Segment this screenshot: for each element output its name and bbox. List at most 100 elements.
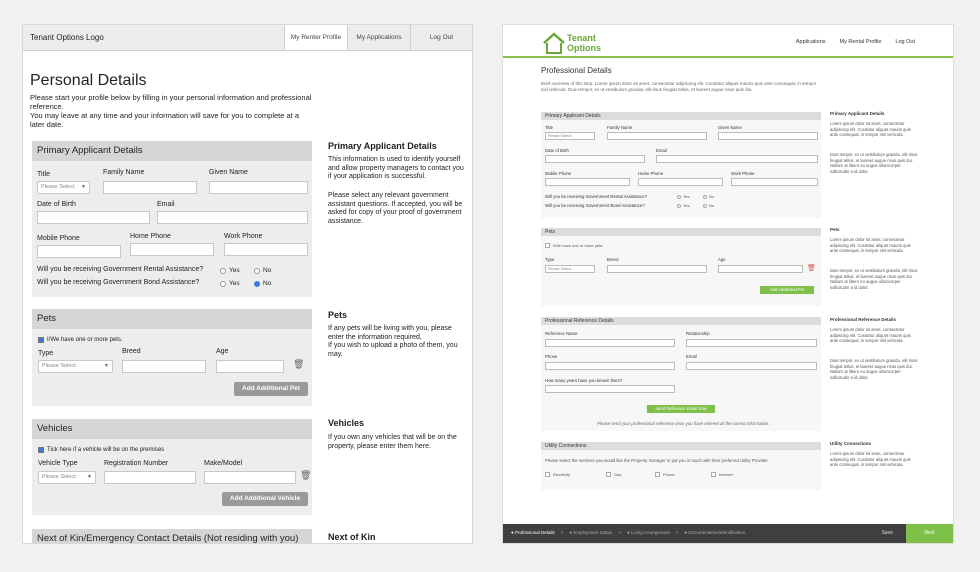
family-name-input[interactable] <box>607 132 707 140</box>
title-select[interactable]: Please Select <box>545 132 595 140</box>
family-name-label: Family Name <box>103 169 145 176</box>
home-phone-input[interactable] <box>638 178 723 186</box>
title-label: Title <box>37 171 50 178</box>
chevron-down-icon: ▼ <box>87 474 92 480</box>
age-input[interactable] <box>718 265 803 273</box>
internet-checkbox[interactable]: Internet <box>711 472 733 477</box>
work-phone-label: Work Phone <box>731 171 755 176</box>
vehicle-checkbox[interactable]: Tick here if a vehicle will be on the pr… <box>38 447 164 453</box>
help-primary-heading: Primary Applicant Details <box>830 111 885 116</box>
step-separator: > <box>560 530 564 535</box>
bond-no-radio[interactable]: No <box>254 280 271 287</box>
breed-label: Breed <box>607 257 619 262</box>
years-known-input[interactable] <box>545 385 675 393</box>
gas-checkbox[interactable]: Gas <box>606 472 621 477</box>
top-nav: Applications My Rental Profile Log Out <box>796 39 915 45</box>
save-button[interactable]: Save <box>882 530 893 536</box>
mobile-input[interactable] <box>37 245 121 258</box>
pet-type-label: Type <box>38 350 54 357</box>
relationship-label: Relationship <box>686 331 710 336</box>
mobile-input[interactable] <box>545 178 630 186</box>
home-phone-input[interactable] <box>130 243 214 256</box>
house-logo-icon: Tenant Options <box>543 32 601 54</box>
electricity-checkbox[interactable]: Electricity <box>545 472 570 477</box>
nav-my-renter-profile[interactable]: My Renter Profile <box>284 25 347 50</box>
bond-yes-radio[interactable]: Yes <box>677 203 690 208</box>
relationship-input[interactable] <box>686 339 817 347</box>
vehicle-type-label: Vehicle Type <box>38 460 78 467</box>
rental-yes-radio[interactable]: Yes <box>677 194 690 199</box>
trash-icon[interactable]: 🗑 <box>293 359 304 369</box>
pets-checkbox[interactable]: I/We have one or more pets. <box>545 243 603 248</box>
add-pet-button[interactable]: Add Additional Pet <box>234 382 308 396</box>
breed-input[interactable] <box>122 360 206 373</box>
pets-checkbox[interactable]: I/We have one or more pets. <box>38 337 123 343</box>
section-heading: Primary Applicant Details <box>32 141 312 161</box>
email-input[interactable] <box>656 155 818 163</box>
nav-my-rental-profile[interactable]: My Rental Profile <box>840 39 882 45</box>
pet-type-select[interactable]: Please Select ▼ <box>38 360 113 373</box>
step-documentation[interactable]: ● Documentation/Identification <box>684 530 745 535</box>
dob-input[interactable] <box>37 211 150 224</box>
aside-vehicles-heading: Vehicles <box>328 418 365 428</box>
help-prof-text-2: Duis tempor, ex ut vestibulum gravida, e… <box>830 358 918 380</box>
given-name-input[interactable] <box>209 181 308 194</box>
dob-input[interactable] <box>545 155 645 163</box>
phone-checkbox[interactable]: Phone <box>655 472 675 477</box>
nav-applications[interactable]: Applications <box>796 39 826 45</box>
step-living-arrangement[interactable]: ● Living Arrangement <box>627 530 670 535</box>
add-pet-button[interactable]: Add Additional Pet <box>760 286 814 294</box>
work-phone-label: Work Phone <box>224 233 263 240</box>
professional-reference-section: Professional Reference Details Reference… <box>541 317 821 431</box>
age-input[interactable] <box>216 360 284 373</box>
add-vehicle-button[interactable]: Add Additional Vehicle <box>222 492 308 506</box>
rental-yes-radio[interactable]: Yes <box>220 267 240 274</box>
rental-no-radio[interactable]: No <box>703 194 714 199</box>
rental-no-radio[interactable]: No <box>254 267 271 274</box>
registration-input[interactable] <box>104 471 196 484</box>
help-primary-text-2: Duis tempor, ex ut vestibulum gravida, e… <box>830 152 918 174</box>
rental-assistance-question: Will you be receiving Government Rental … <box>37 266 204 273</box>
nav-my-applications[interactable]: My Applications <box>347 25 410 50</box>
nav-log-out[interactable]: Log Out <box>410 25 472 50</box>
section-heading: Vehicles <box>32 419 312 439</box>
family-name-input[interactable] <box>103 181 197 194</box>
vehicle-type-select[interactable]: Please Select ▼ <box>38 471 96 484</box>
aside-primary-text-2: Please select any relevant government as… <box>328 192 463 225</box>
trash-icon[interactable]: 🗑 <box>807 264 816 272</box>
next-button[interactable]: Next <box>906 524 953 543</box>
utility-connections-section: Utility Connections Please select the se… <box>541 442 821 490</box>
breed-label: Breed <box>122 348 141 355</box>
primary-applicant-section: Primary Applicant Details Title Please S… <box>541 112 821 218</box>
aside-kin-heading: Next of Kin <box>328 532 376 542</box>
bond-assistance-question: Will you be receiving Government Bond As… <box>37 279 200 286</box>
header: Tenant Options Logo My Renter Profile My… <box>23 25 472 51</box>
footer-bar: ● Professional Details > ● Employment St… <box>503 524 953 543</box>
step-employment-status[interactable]: ● Employment Status <box>569 530 612 535</box>
bond-yes-radio[interactable]: Yes <box>220 280 240 287</box>
reference-name-input[interactable] <box>545 339 675 347</box>
primary-applicant-section: Primary Applicant Details Title Please S… <box>32 141 312 297</box>
email-input[interactable] <box>686 362 817 370</box>
page-title: Professional Details <box>541 66 612 75</box>
step-professional-details[interactable]: ● Professional Details <box>511 530 555 535</box>
age-label: Age <box>718 257 726 262</box>
aside-pets-text: If any pets will be living with you, ple… <box>328 325 458 358</box>
trash-icon[interactable]: 🗑 <box>300 470 311 480</box>
make-model-input[interactable] <box>204 471 296 484</box>
work-phone-input[interactable] <box>224 243 308 256</box>
bond-no-radio[interactable]: No <box>703 203 714 208</box>
pet-type-select[interactable]: Please Select <box>545 265 595 273</box>
logo[interactable]: Tenant Options <box>541 29 611 60</box>
email-input[interactable] <box>157 211 308 224</box>
given-name-label: Given Name <box>209 169 248 176</box>
step-progress: ● Professional Details > ● Employment St… <box>511 530 745 535</box>
send-reference-button[interactable]: Send Reference Email Now <box>647 405 715 413</box>
phone-input[interactable] <box>545 362 675 370</box>
breed-input[interactable] <box>607 265 707 273</box>
home-phone-label: Home Phone <box>130 233 171 240</box>
title-select[interactable]: Please Select ▼ <box>37 181 90 194</box>
work-phone-input[interactable] <box>731 178 818 186</box>
given-name-input[interactable] <box>718 132 818 140</box>
nav-log-out[interactable]: Log Out <box>895 39 915 45</box>
